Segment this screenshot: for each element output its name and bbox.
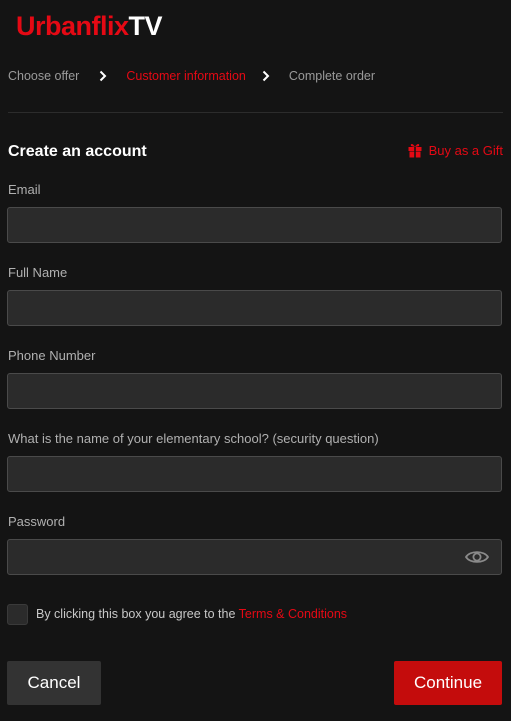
full-name-field[interactable]	[7, 290, 502, 326]
step-customer-information[interactable]: Customer information	[126, 69, 246, 83]
step-choose-offer[interactable]: Choose offer	[8, 69, 79, 83]
urbanflix-logo[interactable]: UrbanflixTV	[16, 10, 163, 42]
terms-link[interactable]: Terms & Conditions	[239, 607, 347, 621]
agree-text: By clicking this box you agree to the	[36, 607, 239, 621]
security-question-field[interactable]	[7, 456, 502, 492]
eye-icon	[464, 551, 490, 563]
terms-agreement-text: By clicking this box you agree to the Te…	[36, 607, 347, 621]
gift-icon	[408, 144, 422, 158]
header-divider	[8, 112, 503, 113]
security-question-label: What is the name of your elementary scho…	[8, 431, 379, 446]
cancel-button[interactable]: Cancel	[7, 661, 101, 705]
password-toggle-button[interactable]	[464, 546, 490, 568]
phone-label: Phone Number	[8, 348, 96, 363]
continue-button[interactable]: Continue	[394, 661, 502, 705]
chevron-right-icon	[262, 70, 272, 82]
chevron-right-icon	[99, 70, 109, 82]
email-field[interactable]	[7, 207, 502, 243]
email-label: Email	[8, 182, 41, 197]
full-name-label: Full Name	[8, 265, 68, 280]
checkout-page: UrbanflixTV Choose offer Customer inform…	[0, 0, 511, 721]
section-title: Create an account	[8, 143, 147, 160]
password-field[interactable]	[7, 539, 502, 575]
logo-brand: Urbanflix	[16, 11, 129, 41]
step-complete-order[interactable]: Complete order	[289, 69, 375, 83]
terms-checkbox[interactable]	[7, 604, 28, 625]
logo-suffix: TV	[128, 11, 163, 41]
checkout-steps: Choose offer Customer information Comple…	[8, 68, 375, 84]
phone-field[interactable]	[7, 373, 502, 409]
gift-label: Buy as a Gift	[428, 142, 503, 158]
buy-as-gift-link[interactable]: Buy as a Gift	[408, 142, 503, 158]
password-label: Password	[8, 514, 66, 529]
